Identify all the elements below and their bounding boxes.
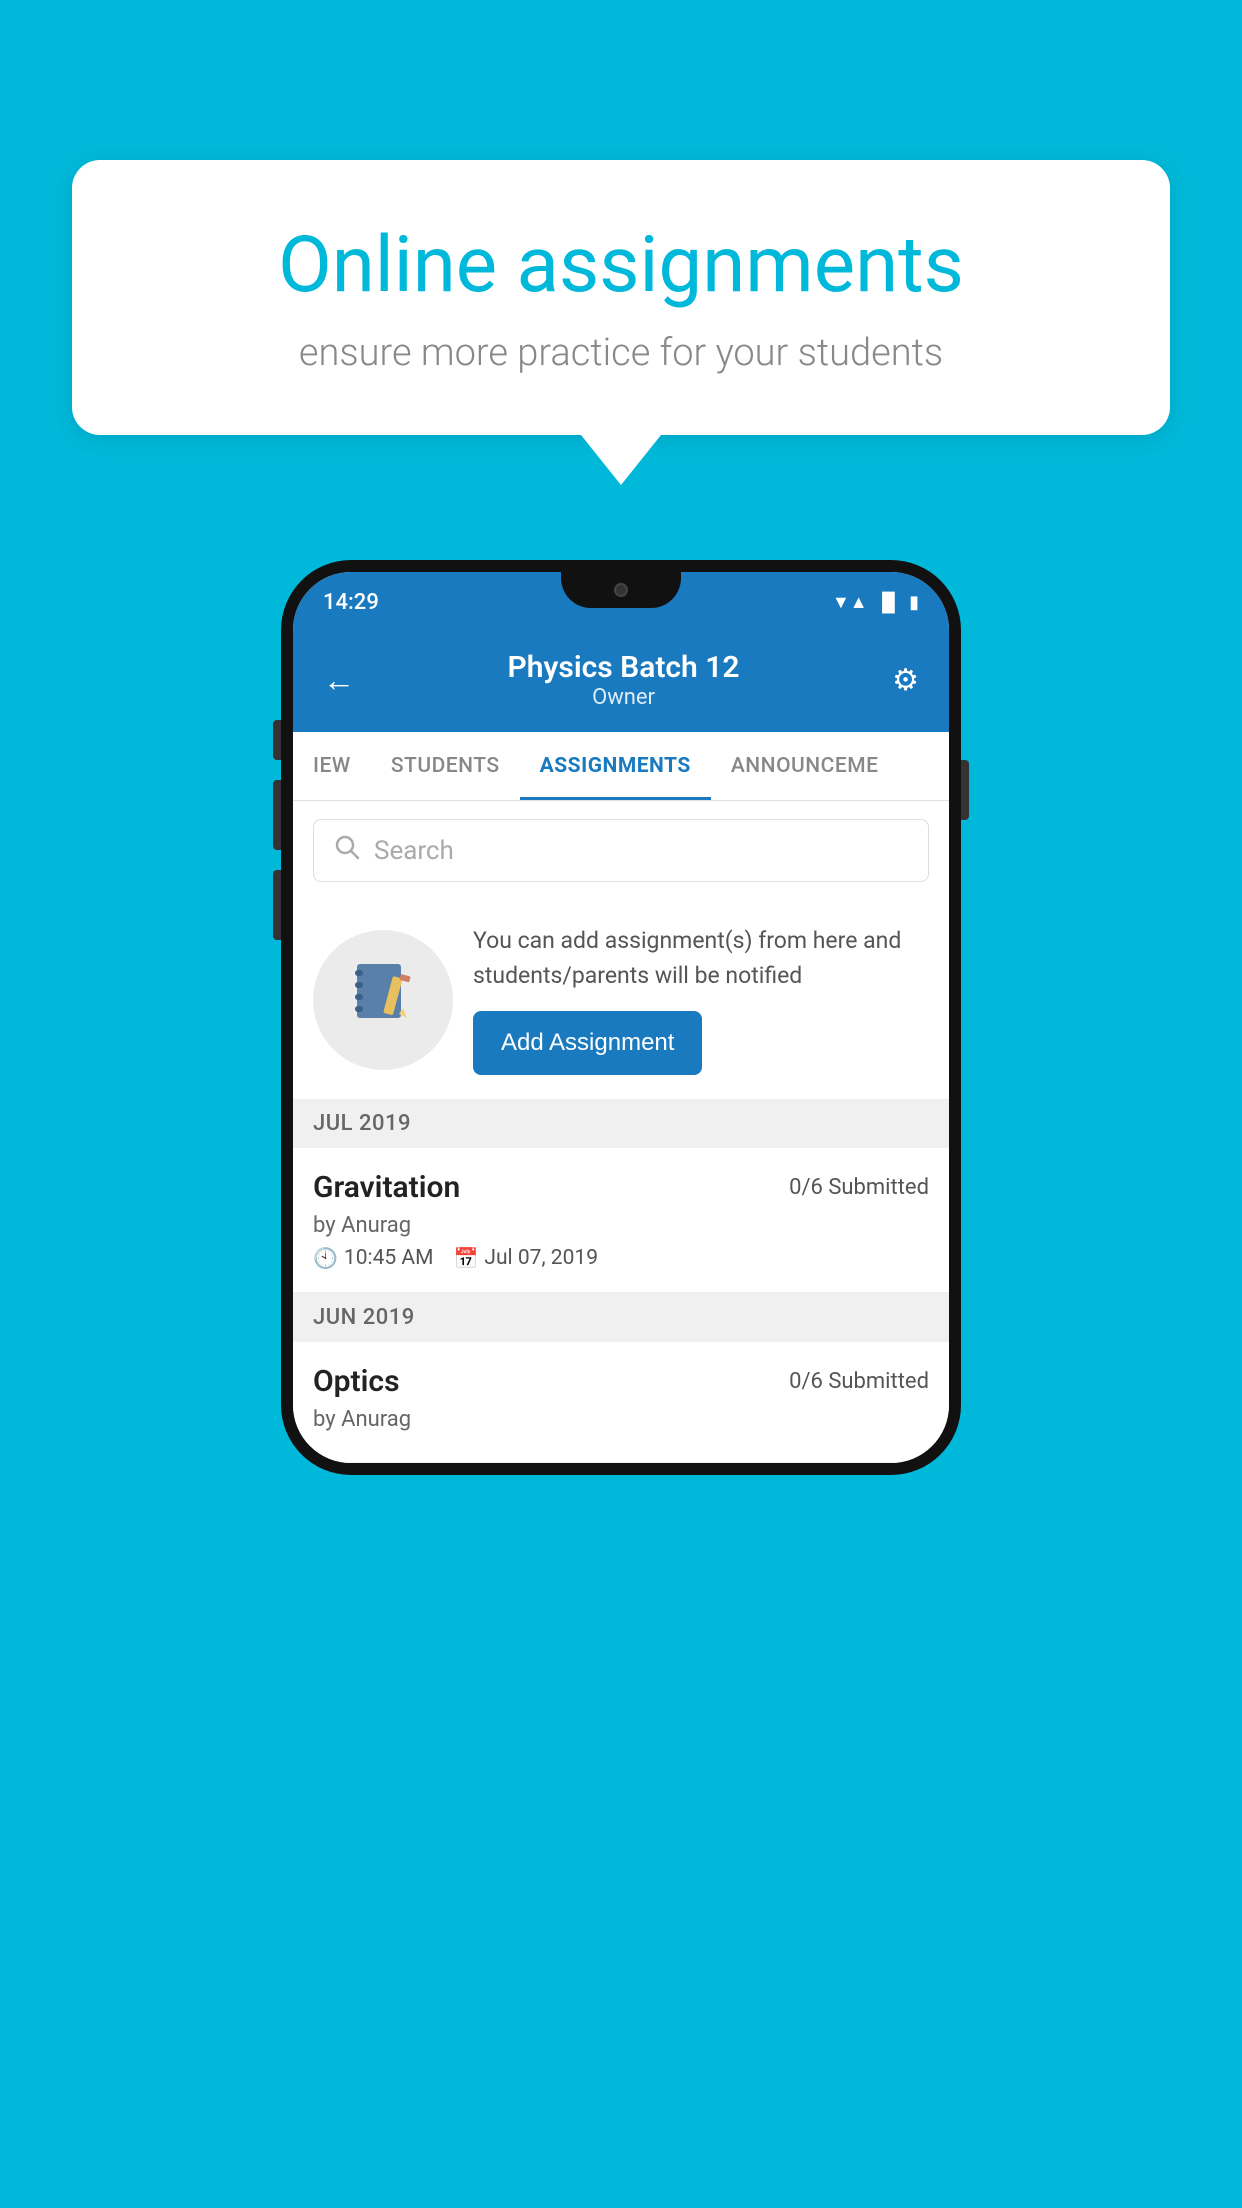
- tab-iew[interactable]: IEW: [293, 732, 371, 800]
- assignment-title-gravitation: Gravitation: [313, 1170, 460, 1205]
- search-bar[interactable]: Search: [313, 819, 929, 882]
- assignment-by-gravitation: by Anurag: [313, 1213, 929, 1238]
- tabs-bar: IEW STUDENTS ASSIGNMENTS ANNOUNCEME: [293, 732, 949, 801]
- promo-icon-circle: [313, 930, 453, 1070]
- speech-bubble: Online assignments ensure more practice …: [72, 160, 1170, 435]
- notebook-icon: [347, 956, 419, 1043]
- battery-icon: ▮: [909, 592, 919, 613]
- notch: [561, 572, 681, 608]
- header-title: Physics Batch 12: [508, 650, 740, 685]
- status-time: 14:29: [323, 590, 379, 615]
- wifi-icon: ▼▲: [832, 592, 868, 613]
- tab-announcements[interactable]: ANNOUNCEME: [711, 732, 899, 800]
- back-button[interactable]: ←: [323, 661, 355, 699]
- assignment-item-optics[interactable]: Optics 0/6 Submitted by Anurag: [293, 1342, 949, 1463]
- add-assignment-button[interactable]: Add Assignment: [473, 1011, 702, 1075]
- tab-students[interactable]: STUDENTS: [371, 732, 520, 800]
- assignment-date-gravitation: 📅 Jul 07, 2019: [453, 1246, 598, 1270]
- status-icons: ▼▲ ▐▌ ▮: [832, 592, 919, 613]
- assignment-by-optics: by Anurag: [313, 1407, 929, 1432]
- assignment-submitted-gravitation: 0/6 Submitted: [789, 1175, 929, 1200]
- phone-wrapper: 14:29 ▼▲ ▐▌ ▮ ← Physics Batch 12 Owner ⚙: [281, 560, 961, 1475]
- signal-icon: ▐▌: [876, 592, 902, 613]
- promo-description: You can add assignment(s) from here and …: [473, 924, 929, 993]
- month-divider-jul: JUL 2019: [293, 1099, 949, 1148]
- phone-screen: 14:29 ▼▲ ▐▌ ▮ ← Physics Batch 12 Owner ⚙: [293, 572, 949, 1463]
- volume-down-button: [273, 870, 281, 940]
- speech-bubble-arrow: [581, 435, 661, 485]
- speech-bubble-wrapper: Online assignments ensure more practice …: [72, 160, 1170, 485]
- volume-up-button: [273, 780, 281, 850]
- assignment-time-gravitation: 🕙 10:45 AM: [313, 1246, 433, 1270]
- header-subtitle: Owner: [508, 685, 740, 710]
- search-icon: [334, 834, 360, 867]
- calendar-icon: 📅: [453, 1246, 478, 1270]
- promo-content: You can add assignment(s) from here and …: [473, 924, 929, 1075]
- settings-button[interactable]: ⚙: [892, 663, 919, 698]
- promo-section: You can add assignment(s) from here and …: [293, 900, 949, 1099]
- clock-icon: 🕙: [313, 1246, 338, 1270]
- assignment-header-gravitation: Gravitation 0/6 Submitted: [313, 1170, 929, 1205]
- power-button: [961, 760, 969, 820]
- assignment-title-optics: Optics: [313, 1364, 400, 1399]
- status-bar: 14:29 ▼▲ ▐▌ ▮: [293, 572, 949, 632]
- header-center: Physics Batch 12 Owner: [508, 650, 740, 710]
- search-input[interactable]: Search: [374, 836, 454, 866]
- assignment-item-gravitation[interactable]: Gravitation 0/6 Submitted by Anurag 🕙 10…: [293, 1148, 949, 1293]
- mute-button: [273, 720, 281, 760]
- tab-assignments[interactable]: ASSIGNMENTS: [520, 732, 711, 800]
- search-container: Search: [293, 801, 949, 900]
- phone-border: 14:29 ▼▲ ▐▌ ▮ ← Physics Batch 12 Owner ⚙: [281, 560, 961, 1475]
- speech-bubble-title: Online assignments: [142, 220, 1100, 311]
- month-divider-jun: JUN 2019: [293, 1293, 949, 1342]
- app-header: ← Physics Batch 12 Owner ⚙: [293, 632, 949, 732]
- assignment-header-optics: Optics 0/6 Submitted: [313, 1364, 929, 1399]
- front-camera: [614, 583, 628, 597]
- assignment-meta-gravitation: 🕙 10:45 AM 📅 Jul 07, 2019: [313, 1246, 929, 1270]
- speech-bubble-subtitle: ensure more practice for your students: [142, 331, 1100, 375]
- assignment-submitted-optics: 0/6 Submitted: [789, 1369, 929, 1394]
